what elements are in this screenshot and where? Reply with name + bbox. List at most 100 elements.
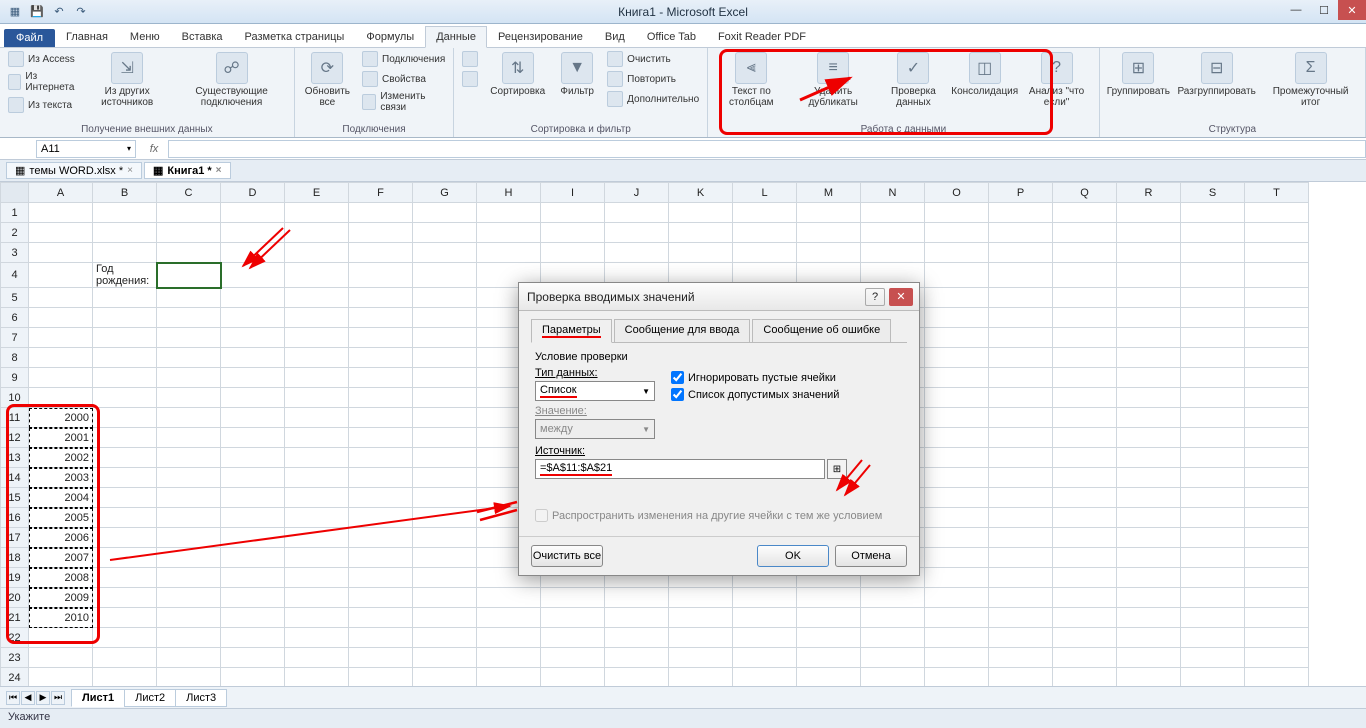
col-header[interactable]: M <box>797 183 861 203</box>
tab-formulas[interactable]: Формулы <box>355 26 425 47</box>
nav-next[interactable]: ▶ <box>36 691 50 705</box>
whatif-button[interactable]: ?Анализ "что если" <box>1020 50 1092 110</box>
row-header[interactable]: 6 <box>1 308 29 328</box>
col-header[interactable]: N <box>861 183 925 203</box>
sheet-tab[interactable]: Лист2 <box>124 689 176 707</box>
cancel-button[interactable]: Отмена <box>835 545 907 567</box>
cell[interactable]: 2005 <box>29 508 93 528</box>
maximize-button[interactable]: ☐ <box>1310 0 1338 20</box>
col-header[interactable]: C <box>157 183 221 203</box>
row-header[interactable]: 15 <box>1 488 29 508</box>
col-header[interactable]: F <box>349 183 413 203</box>
row-header[interactable]: 4 <box>1 263 29 288</box>
row-header[interactable]: 3 <box>1 243 29 263</box>
redo-button[interactable]: ↷ <box>72 3 90 21</box>
tab-review[interactable]: Рецензирование <box>487 26 594 47</box>
tab-menu[interactable]: Меню <box>119 26 171 47</box>
existing-connections-button[interactable]: ☍Существующие подключения <box>175 50 287 110</box>
tab-foxit[interactable]: Foxit Reader PDF <box>707 26 817 47</box>
filter-button[interactable]: ▼Фильтр <box>555 50 599 99</box>
row-header[interactable]: 24 <box>1 668 29 688</box>
col-header[interactable]: Q <box>1053 183 1117 203</box>
clear-filter-button[interactable]: Очистить <box>605 50 701 68</box>
row-header[interactable]: 17 <box>1 528 29 548</box>
tab-layout[interactable]: Разметка страницы <box>234 26 356 47</box>
fx-icon[interactable]: fx <box>144 143 164 155</box>
reapply-button[interactable]: Повторить <box>605 70 701 88</box>
advanced-button[interactable]: Дополнительно <box>605 90 701 108</box>
nav-prev[interactable]: ◀ <box>21 691 35 705</box>
row-header[interactable]: 13 <box>1 448 29 468</box>
dialog-tab-settings[interactable]: Параметры <box>531 319 612 343</box>
sheet-tab[interactable]: Лист3 <box>175 689 227 707</box>
col-header[interactable]: K <box>669 183 733 203</box>
close-icon[interactable]: × <box>216 165 222 176</box>
col-header[interactable]: S <box>1181 183 1245 203</box>
nav-last[interactable]: ⏭ <box>51 691 65 705</box>
tab-insert[interactable]: Вставка <box>171 26 234 47</box>
other-sources-button[interactable]: ⇲Из других источников <box>85 50 169 110</box>
col-header[interactable]: G <box>413 183 477 203</box>
col-header[interactable]: L <box>733 183 797 203</box>
row-header[interactable]: 21 <box>1 608 29 628</box>
formula-input[interactable] <box>168 140 1366 158</box>
remove-duplicates-button[interactable]: ≡Удалить дубликаты <box>794 50 871 110</box>
group-button[interactable]: ⊞Группировать <box>1106 50 1171 99</box>
from-web-button[interactable]: Из Интернета <box>6 70 79 94</box>
sort-button[interactable]: ⇅Сортировка <box>486 50 549 99</box>
nav-first[interactable]: ⏮ <box>6 691 20 705</box>
sheet-tab[interactable]: Лист1 <box>71 689 125 707</box>
ungroup-button[interactable]: ⊟Разгруппировать <box>1177 50 1256 99</box>
source-range-button[interactable]: ⊞ <box>827 459 847 479</box>
row-header[interactable]: 16 <box>1 508 29 528</box>
cell[interactable]: 2010 <box>29 608 93 628</box>
col-header[interactable]: A <box>29 183 93 203</box>
cell[interactable]: 2008 <box>29 568 93 588</box>
dialog-close-button[interactable]: ✕ <box>889 288 913 306</box>
close-button[interactable]: ✕ <box>1338 0 1366 20</box>
select-all[interactable] <box>1 183 29 203</box>
cell[interactable]: 2006 <box>29 528 93 548</box>
ignore-blank-checkbox[interactable]: Игнорировать пустые ячейки <box>671 371 839 384</box>
row-header[interactable]: 10 <box>1 388 29 408</box>
row-header[interactable]: 20 <box>1 588 29 608</box>
row-header[interactable]: 19 <box>1 568 29 588</box>
row-header[interactable]: 18 <box>1 548 29 568</box>
row-header[interactable]: 14 <box>1 468 29 488</box>
tab-data[interactable]: Данные <box>425 26 487 48</box>
tab-home[interactable]: Главная <box>55 26 119 47</box>
in-cell-dropdown-checkbox[interactable]: Список допустимых значений <box>671 388 839 401</box>
row-header[interactable]: 8 <box>1 348 29 368</box>
row-header[interactable]: 9 <box>1 368 29 388</box>
sort-asc-button[interactable] <box>460 50 480 68</box>
cell[interactable]: 2001 <box>29 428 93 448</box>
minimize-button[interactable]: — <box>1282 0 1310 20</box>
type-dropdown[interactable]: Список▼ <box>535 381 655 401</box>
col-header[interactable]: P <box>989 183 1053 203</box>
ok-button[interactable]: OK <box>757 545 829 567</box>
row-header[interactable]: 11 <box>1 408 29 428</box>
row-header[interactable]: 1 <box>1 203 29 223</box>
row-header[interactable]: 23 <box>1 648 29 668</box>
cell[interactable]: 2009 <box>29 588 93 608</box>
save-button[interactable]: 💾 <box>28 3 46 21</box>
col-header[interactable]: B <box>93 183 157 203</box>
text-to-columns-button[interactable]: ⫷Текст по столбцам <box>714 50 788 110</box>
name-box[interactable]: A11▾ <box>36 140 136 158</box>
source-input[interactable]: =$A$11:$A$21 <box>535 459 825 479</box>
col-header[interactable]: J <box>605 183 669 203</box>
col-header[interactable]: D <box>221 183 285 203</box>
dialog-titlebar[interactable]: Проверка вводимых значений ? ✕ <box>519 283 919 311</box>
row-header[interactable]: 22 <box>1 628 29 648</box>
cell[interactable]: 2007 <box>29 548 93 568</box>
refresh-all-button[interactable]: ⟳Обновить все <box>301 50 354 110</box>
undo-button[interactable]: ↶ <box>50 3 68 21</box>
file-tab[interactable]: Файл <box>4 29 55 47</box>
edit-links-button[interactable]: Изменить связи <box>360 90 447 114</box>
tab-view[interactable]: Вид <box>594 26 636 47</box>
col-header[interactable]: T <box>1245 183 1309 203</box>
subtotal-button[interactable]: ΣПромежуточный итог <box>1262 50 1359 110</box>
dialog-tab-error-alert[interactable]: Сообщение об ошибке <box>752 319 891 342</box>
cell-c4-selected[interactable] <box>157 263 221 288</box>
consolidate-button[interactable]: ◫Консолидация <box>955 50 1014 99</box>
